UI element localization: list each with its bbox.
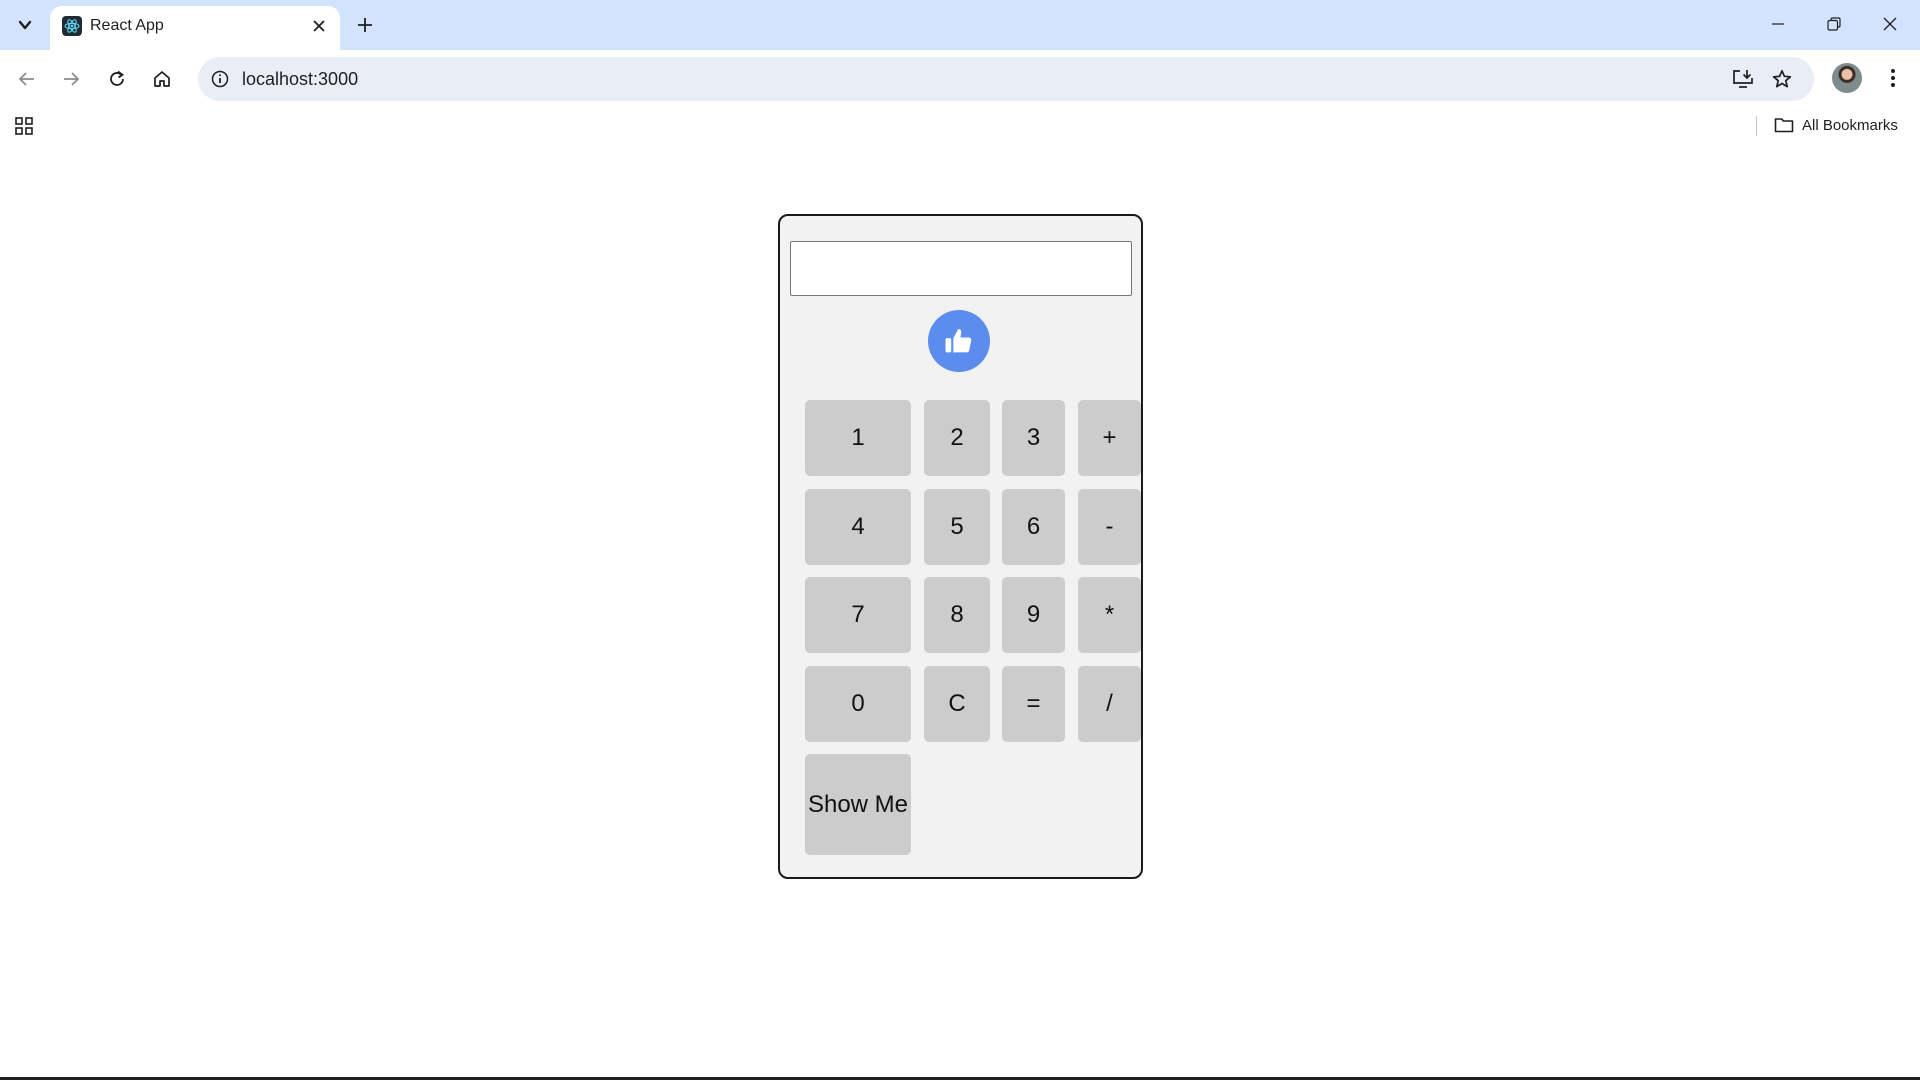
key-minus[interactable]: - <box>1078 489 1141 565</box>
reload-icon <box>110 70 125 86</box>
calculator-display[interactable] <box>790 241 1132 296</box>
plus-icon <box>358 18 372 32</box>
key-3[interactable]: 3 <box>1002 400 1065 476</box>
key-5[interactable]: 5 <box>924 489 990 565</box>
thumbs-up-icon <box>945 328 972 353</box>
key-2[interactable]: 2 <box>924 400 990 476</box>
back-button[interactable] <box>9 61 45 97</box>
close-icon <box>1883 17 1897 31</box>
apps-grid-icon <box>15 117 33 135</box>
install-icon <box>1733 70 1753 88</box>
key-6[interactable]: 6 <box>1002 489 1065 565</box>
more-vertical-icon <box>1891 69 1895 87</box>
close-icon <box>313 20 325 32</box>
forward-button[interactable] <box>53 61 89 97</box>
key-equals[interactable]: = <box>1002 666 1065 742</box>
browser-toolbar: localhost:3000 <box>0 50 1920 108</box>
like-button[interactable] <box>928 310 990 372</box>
reload-button[interactable] <box>99 61 135 97</box>
install-app-button[interactable] <box>1728 64 1758 94</box>
info-icon <box>211 70 229 88</box>
all-bookmarks-button[interactable]: All Bookmarks <box>1774 112 1898 138</box>
page-viewport: 1 2 3 + 4 5 6 - 7 8 9 * 0 C = / Show Me <box>0 142 1920 1077</box>
all-bookmarks-label: All Bookmarks <box>1802 116 1898 134</box>
restore-icon <box>1827 17 1841 31</box>
home-icon <box>154 71 170 87</box>
tab-strip: React App <box>0 0 1920 50</box>
browser-menu-button[interactable] <box>1876 61 1910 95</box>
new-tab-button[interactable] <box>350 10 380 40</box>
key-7[interactable]: 7 <box>805 577 911 653</box>
key-4[interactable]: 4 <box>805 489 911 565</box>
bookmark-star-button[interactable] <box>1767 64 1797 94</box>
bookmarks-divider <box>1756 116 1757 136</box>
address-bar[interactable]: localhost:3000 <box>198 57 1814 101</box>
tab-title: React App <box>90 17 164 34</box>
tab-close-button[interactable] <box>306 13 332 39</box>
bookmarks-bar: All Bookmarks <box>0 108 1920 142</box>
window-close-button[interactable] <box>1862 0 1918 48</box>
key-1[interactable]: 1 <box>805 400 911 476</box>
star-icon <box>1772 69 1792 88</box>
arrow-right-icon <box>64 72 80 86</box>
minimize-icon <box>1772 23 1784 25</box>
tab-search-button[interactable] <box>10 10 40 40</box>
key-0[interactable]: 0 <box>805 666 911 742</box>
url-text[interactable]: localhost:3000 <box>242 69 358 90</box>
key-divide[interactable]: / <box>1078 666 1141 742</box>
show-me-button[interactable]: Show Me <box>805 754 911 855</box>
apps-button[interactable] <box>10 112 38 140</box>
minimize-button[interactable] <box>1750 0 1806 48</box>
home-button[interactable] <box>144 61 180 97</box>
key-9[interactable]: 9 <box>1002 577 1065 653</box>
site-info-button[interactable] <box>204 63 236 95</box>
key-clear[interactable]: C <box>924 666 990 742</box>
arrow-left-icon <box>18 72 34 86</box>
key-multiply[interactable]: * <box>1078 577 1141 653</box>
key-plus[interactable]: + <box>1078 400 1141 476</box>
active-tab[interactable]: React App <box>50 6 340 50</box>
calculator-panel: 1 2 3 + 4 5 6 - 7 8 9 * 0 C = / Show Me <box>778 214 1143 879</box>
chevron-down-icon <box>18 20 32 30</box>
profile-avatar[interactable] <box>1832 63 1862 93</box>
react-favicon-icon <box>62 16 82 36</box>
folder-icon <box>1774 118 1794 133</box>
key-8[interactable]: 8 <box>924 577 990 653</box>
restore-button[interactable] <box>1806 0 1862 48</box>
